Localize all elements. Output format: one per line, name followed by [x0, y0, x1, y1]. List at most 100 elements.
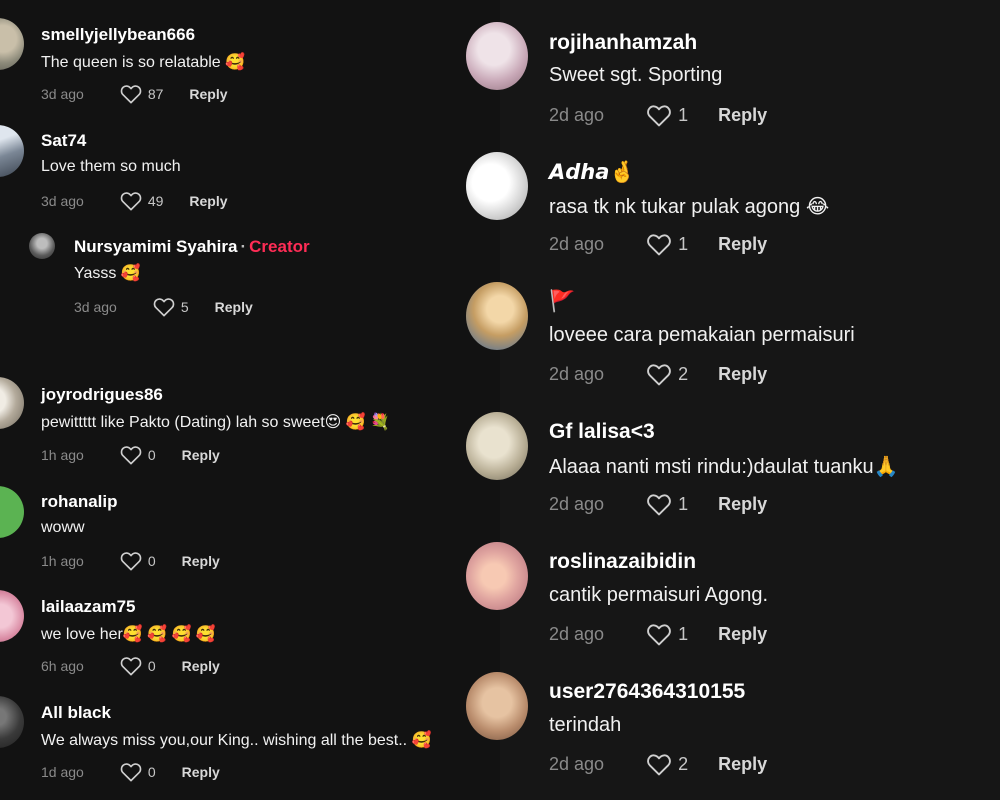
comment-date: 2d ago	[549, 754, 605, 774]
avatar[interactable]	[466, 672, 528, 740]
like-count: 2	[678, 364, 689, 384]
comment-date: 2d ago	[549, 105, 605, 125]
comment-date: 6h ago	[41, 658, 84, 674]
like-count: 0	[147, 553, 156, 569]
avatar[interactable]	[0, 18, 24, 70]
like-button[interactable]: 0	[120, 445, 156, 465]
like-button[interactable]: 1	[646, 104, 688, 127]
comment-meta: 2d ago 1 Reply	[549, 104, 767, 127]
avatar[interactable]	[0, 377, 24, 429]
comment-meta: 2d ago 1 Reply	[549, 233, 767, 256]
comment-username[interactable]: rojihanhamzah	[549, 31, 697, 55]
comment-meta: 2d ago 1 Reply	[549, 493, 767, 516]
comment-text: We always miss you,our King.. wishing al…	[41, 732, 432, 749]
comment-item: 🚩 loveee cara pemakaian permaisuri 2d ag…	[466, 260, 1000, 390]
like-button[interactable]: 1	[646, 233, 688, 256]
comment-text: Sweet sgt. Sporting	[549, 64, 723, 86]
reply-button[interactable]: Reply	[718, 364, 767, 385]
like-count: 0	[147, 447, 156, 463]
comment-meta: 2d ago 1 Reply	[549, 623, 767, 646]
like-count: 0	[147, 764, 156, 780]
comment-date: 3d ago	[41, 193, 84, 209]
comment-username[interactable]: user2764364310155	[549, 680, 745, 704]
like-button[interactable]: 2	[646, 753, 688, 776]
comment-date: 2d ago	[549, 624, 605, 644]
avatar[interactable]	[0, 590, 24, 642]
comment-username[interactable]: All black	[41, 703, 111, 723]
like-count: 1	[678, 234, 689, 254]
heart-outline-icon	[120, 657, 142, 676]
comment-username[interactable]: Gf lalisa<3	[549, 420, 655, 444]
comment-meta: 2d ago 2 Reply	[549, 753, 767, 776]
comment-username-row: Nursyamimi Syahira · Creator	[74, 237, 310, 257]
avatar[interactable]	[466, 412, 528, 480]
reply-button[interactable]: Reply	[718, 754, 767, 775]
reply-button[interactable]: Reply	[718, 234, 767, 255]
comment-date: 3d ago	[74, 299, 117, 315]
comment-date: 1h ago	[41, 447, 84, 463]
comment-username[interactable]: 𝘼𝙙𝙝𝙖🤞	[549, 160, 636, 185]
avatar[interactable]	[466, 22, 528, 90]
comment-meta: 1h ago 0 Reply	[41, 551, 220, 571]
like-button[interactable]: 5	[153, 297, 189, 317]
reply-button[interactable]: Reply	[718, 105, 767, 126]
comment-username[interactable]: lailaazam75	[41, 597, 136, 617]
like-button[interactable]: 87	[120, 84, 164, 104]
comment-item: 𝘼𝙙𝙝𝙖🤞 rasa tk nk tukar pulak agong 😂 2d …	[466, 130, 1000, 260]
reply-button[interactable]: Reply	[189, 193, 227, 209]
comment-reply-item: Nursyamimi Syahira · Creator Yasss 🥰 3d ag…	[0, 220, 500, 330]
like-button[interactable]: 0	[120, 656, 156, 676]
reply-button[interactable]: Reply	[182, 553, 220, 569]
like-button[interactable]: 0	[120, 551, 156, 571]
avatar[interactable]	[0, 125, 24, 177]
reply-button[interactable]: Reply	[182, 658, 220, 674]
reply-button[interactable]: Reply	[718, 494, 767, 515]
heart-outline-icon	[120, 192, 142, 211]
comment-text: loveee cara pemakaian permaisuri	[549, 324, 855, 346]
comment-date: 3d ago	[41, 86, 84, 102]
heart-outline-icon	[647, 754, 671, 776]
avatar[interactable]	[466, 282, 528, 350]
comment-meta: 6h ago 0 Reply	[41, 656, 220, 676]
comment-item: smellyjellybean666 The queen is so relat…	[0, 0, 500, 110]
reply-button[interactable]: Reply	[182, 447, 220, 463]
comment-username[interactable]: Sat74	[41, 131, 86, 151]
avatar[interactable]	[29, 233, 55, 259]
comment-username[interactable]: smellyjellybean666	[41, 25, 195, 45]
heart-outline-icon	[647, 494, 671, 516]
like-button[interactable]: 49	[120, 191, 164, 211]
comment-item: lailaazam75 we love her🥰 🥰 🥰 🥰 6h ago 0 …	[0, 585, 500, 690]
like-button[interactable]: 1	[646, 493, 688, 516]
like-count: 87	[147, 86, 164, 102]
avatar[interactable]	[0, 696, 24, 748]
comment-text: pewittttt like Pakto (Dating) lah so swe…	[41, 414, 391, 431]
comment-text: Yasss 🥰	[74, 265, 141, 282]
separator-dot: ·	[240, 237, 247, 256]
reply-button[interactable]: Reply	[215, 299, 253, 315]
comment-username[interactable]: Nursyamimi Syahira	[74, 237, 237, 256]
comment-item: rojihanhamzah Sweet sgt. Sporting 2d ago…	[466, 0, 1000, 130]
like-button[interactable]: 1	[646, 623, 688, 646]
like-button[interactable]: 2	[646, 363, 688, 386]
comments-column-left: smellyjellybean666 The queen is so relat…	[0, 0, 500, 800]
avatar[interactable]	[0, 486, 24, 538]
creator-badge: Creator	[249, 237, 310, 256]
comment-date: 2d ago	[549, 364, 605, 384]
comment-meta: 1d ago 0 Reply	[41, 762, 220, 782]
comment-username[interactable]: roslinazaibidin	[549, 550, 696, 574]
like-count: 49	[147, 193, 164, 209]
avatar[interactable]	[466, 542, 528, 610]
like-button[interactable]: 0	[120, 762, 156, 782]
avatar[interactable]	[466, 152, 528, 220]
comment-item: Sat74 Love them so much 3d ago 49 Reply	[0, 110, 500, 220]
comment-username[interactable]: 🚩	[549, 290, 575, 314]
comment-item: user2764364310155 terindah 2d ago 2 Repl…	[466, 650, 1000, 800]
heart-outline-icon	[120, 763, 142, 782]
reply-button[interactable]: Reply	[718, 624, 767, 645]
reply-button[interactable]: Reply	[182, 764, 220, 780]
comment-username[interactable]: rohanalip	[41, 492, 118, 512]
like-count: 2	[678, 754, 689, 774]
reply-button[interactable]: Reply	[189, 86, 227, 102]
comment-item: Gf lalisa<3 Alaaa nanti msti rindu:)daul…	[466, 390, 1000, 520]
comment-username[interactable]: joyrodrigues86	[41, 385, 163, 405]
